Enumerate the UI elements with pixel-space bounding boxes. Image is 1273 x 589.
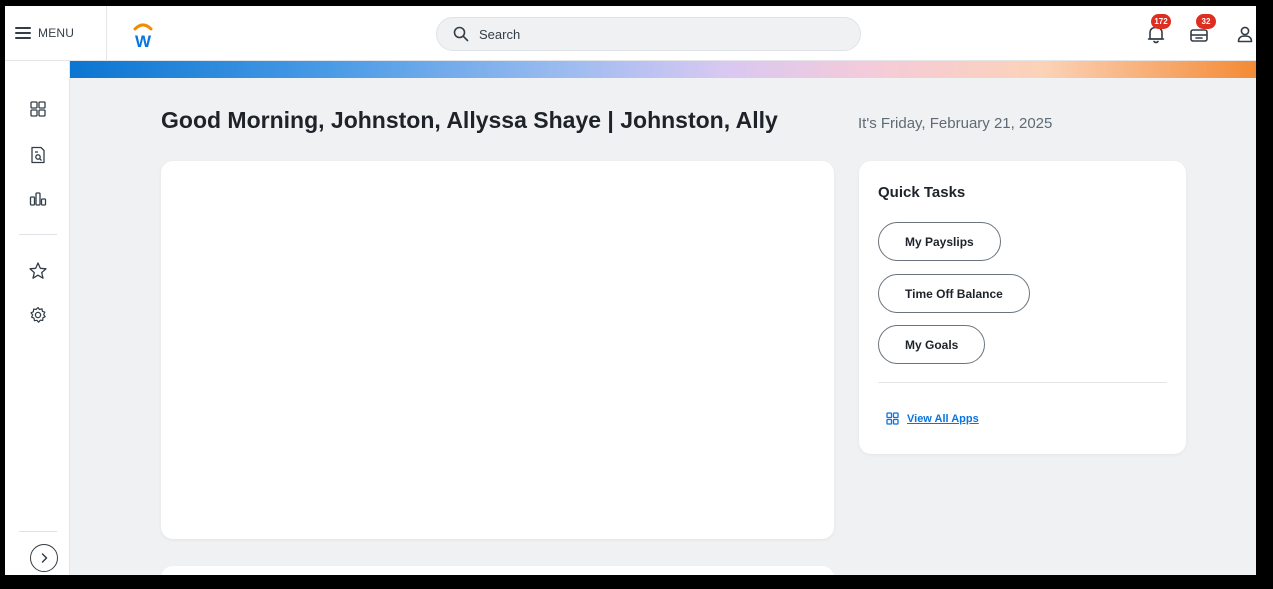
my-goals-button[interactable]: My Goals: [878, 325, 986, 364]
announcements-card: [161, 161, 834, 539]
rail-divider: [19, 234, 57, 235]
divider: [106, 6, 107, 61]
view-all-apps-link[interactable]: View All Apps: [886, 412, 979, 425]
hamburger-icon: [15, 27, 31, 39]
gear-icon[interactable]: [27, 304, 49, 326]
top-bar: MENU W Search 172 32: [5, 6, 1256, 61]
brand-gradient-bar: [70, 61, 1256, 78]
app-window: MENU W Search 172 32 Good Morning, Johns…: [5, 6, 1256, 575]
notifications-button[interactable]: 172: [1145, 14, 1171, 45]
view-all-apps-label: View All Apps: [907, 412, 979, 425]
page-title: Good Morning, Johnston, Allyssa Shaye | …: [161, 107, 778, 133]
search-placeholder: Search: [479, 26, 521, 42]
inbox-badge: 32: [1196, 14, 1216, 29]
document-search-icon[interactable]: [27, 144, 49, 166]
time-off-balance-button[interactable]: Time Off Balance: [878, 274, 1030, 313]
profile-button[interactable]: [1234, 23, 1256, 45]
apps-grid-icon[interactable]: [27, 98, 49, 120]
star-icon[interactable]: [27, 260, 49, 282]
bar-chart-icon[interactable]: [27, 188, 49, 210]
workday-logo[interactable]: W: [128, 20, 158, 51]
notifications-badge: 172: [1151, 14, 1171, 29]
user-icon: [1237, 26, 1253, 43]
apps-grid-icon: [886, 412, 899, 425]
quick-tasks-divider: [878, 382, 1167, 383]
current-date: It's Friday, February 21, 2025: [858, 115, 1053, 132]
menu-button[interactable]: MENU: [15, 20, 74, 46]
svg-text:W: W: [135, 32, 152, 50]
chevron-right-icon: [41, 553, 48, 563]
search-input[interactable]: Search: [436, 17, 861, 51]
secondary-card: [161, 566, 834, 575]
menu-label: MENU: [38, 26, 75, 40]
my-payslips-button[interactable]: My Payslips: [878, 222, 1001, 261]
rail-divider: [19, 531, 57, 532]
quick-tasks-title: Quick Tasks: [878, 184, 966, 201]
inbox-button[interactable]: 32: [1188, 14, 1216, 45]
left-rail: [5, 61, 70, 575]
quick-tasks-card: Quick Tasks My Payslips Time Off Balance…: [859, 161, 1186, 454]
expand-rail-button[interactable]: [30, 544, 58, 572]
search-icon: [453, 26, 469, 42]
